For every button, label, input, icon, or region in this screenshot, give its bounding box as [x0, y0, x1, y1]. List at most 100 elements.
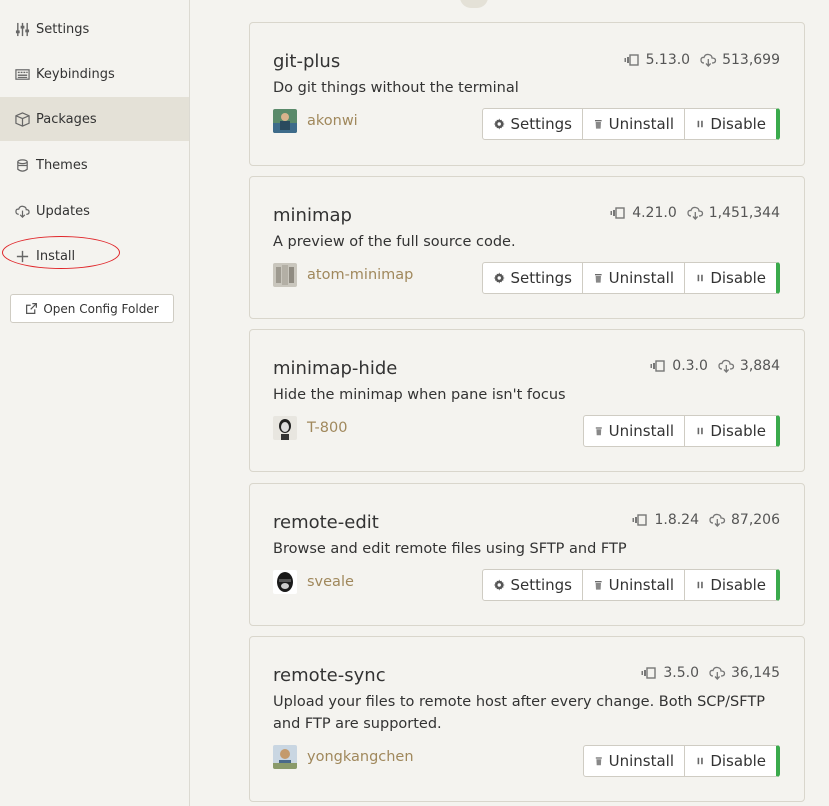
- package-actions: Uninstall Disable: [583, 415, 780, 447]
- pause-icon: [697, 757, 703, 765]
- package-author[interactable]: T-800: [273, 416, 347, 440]
- package-card-remote-sync[interactable]: remote-sync 3.5.0 36,145 Upload your fil…: [249, 636, 805, 802]
- cloud-download-icon: [709, 513, 726, 527]
- package-card-minimap[interactable]: minimap 4.21.0 1,451,344 A preview of th…: [249, 176, 805, 319]
- pause-icon: [697, 427, 703, 435]
- downloads-value: 513,699: [722, 52, 780, 68]
- version: 5.13.0: [624, 52, 690, 68]
- downloads: 513,699: [700, 52, 780, 68]
- external-link-icon: [26, 303, 38, 314]
- downloads-value: 1,451,344: [708, 205, 780, 221]
- package-icon: [14, 111, 30, 127]
- uninstall-button[interactable]: Uninstall: [583, 108, 685, 140]
- version-value: 0.3.0: [672, 358, 708, 374]
- package-name[interactable]: remote-sync: [273, 665, 386, 686]
- package-name[interactable]: remote-edit: [273, 512, 379, 533]
- package-description: Upload your files to remote host after e…: [273, 694, 765, 732]
- disable-button[interactable]: Disable: [685, 262, 780, 294]
- package-author[interactable]: atom-minimap: [273, 263, 413, 287]
- package-actions: Settings Uninstall Disable: [482, 262, 780, 294]
- package-name[interactable]: minimap-hide: [273, 358, 397, 379]
- package-author[interactable]: akonwi: [273, 109, 358, 133]
- package-name[interactable]: minimap: [273, 205, 352, 226]
- package-meta: 4.21.0 1,451,344: [600, 205, 780, 221]
- sidebar-item-updates[interactable]: Updates: [0, 189, 189, 233]
- avatar: [273, 109, 297, 133]
- trashcan-icon: [595, 427, 602, 436]
- version-value: 1.8.24: [654, 512, 699, 528]
- downloads: 1,451,344: [687, 205, 780, 221]
- settings-sliders-icon: [14, 21, 30, 37]
- package-actions: Uninstall Disable: [583, 745, 780, 777]
- sidebar-item-label: Settings: [36, 21, 90, 37]
- downloads-value: 36,145: [731, 665, 780, 681]
- cloud-download-icon: [700, 53, 717, 67]
- sidebar-item-settings[interactable]: Settings: [0, 7, 189, 51]
- version-value: 3.5.0: [663, 665, 699, 681]
- uninstall-button[interactable]: Uninstall: [583, 262, 685, 294]
- settings-button[interactable]: Settings: [482, 569, 583, 601]
- author-name[interactable]: T-800: [307, 420, 347, 436]
- sidebar-item-label: Themes: [36, 157, 88, 173]
- author-name[interactable]: atom-minimap: [307, 267, 413, 283]
- package-card-git-plus[interactable]: git-plus 5.13.0 513,699 Do git things wi…: [249, 22, 805, 166]
- sidebar-item-install[interactable]: Install: [0, 234, 189, 278]
- uninstall-button[interactable]: Uninstall: [583, 569, 685, 601]
- package-author[interactable]: sveale: [273, 570, 354, 594]
- author-name[interactable]: yongkangchen: [307, 749, 414, 765]
- disable-button[interactable]: Disable: [685, 108, 780, 140]
- package-actions: Settings Uninstall Disable: [482, 569, 780, 601]
- package-card-remote-edit[interactable]: remote-edit 1.8.24 87,206 Browse and edi…: [249, 483, 805, 626]
- versions-icon: [632, 514, 648, 526]
- downloads: 36,145: [709, 665, 780, 681]
- package-description: Hide the minimap when pane isn't focus: [273, 387, 566, 403]
- avatar: [273, 570, 297, 594]
- settings-button[interactable]: Settings: [482, 108, 583, 140]
- sidebar-item-keybindings[interactable]: Keybindings: [0, 52, 189, 96]
- disable-button[interactable]: Disable: [685, 745, 780, 777]
- package-meta: 5.13.0 513,699: [614, 52, 780, 68]
- pause-icon: [697, 581, 703, 589]
- versions-icon: [624, 54, 639, 66]
- disable-button[interactable]: Disable: [685, 415, 780, 447]
- package-description: A preview of the full source code.: [273, 234, 516, 250]
- author-name[interactable]: sveale: [307, 574, 354, 590]
- downloads-value: 87,206: [731, 512, 780, 528]
- avatar: [273, 263, 297, 287]
- version: 1.8.24: [632, 512, 699, 528]
- sidebar-item-themes[interactable]: Themes: [0, 143, 189, 187]
- package-actions: Settings Uninstall Disable: [482, 108, 780, 140]
- package-description: Do git things without the terminal: [273, 80, 519, 96]
- count-badge: [460, 0, 488, 8]
- package-card-minimap-hide[interactable]: minimap-hide 0.3.0 3,884 Hide the minima…: [249, 329, 805, 472]
- package-description: Browse and edit remote files using SFTP …: [273, 541, 627, 557]
- package-author[interactable]: yongkangchen: [273, 745, 414, 769]
- versions-icon: [641, 667, 657, 679]
- sidebar-item-label: Keybindings: [36, 66, 115, 82]
- package-name[interactable]: git-plus: [273, 51, 340, 72]
- sidebar: Settings Keybindings Packages Themes Upd…: [0, 0, 190, 806]
- disable-button[interactable]: Disable: [685, 569, 780, 601]
- gear-icon: [493, 579, 505, 591]
- trashcan-icon: [594, 120, 602, 129]
- sidebar-item-label: Packages: [36, 111, 97, 127]
- open-config-folder-button[interactable]: Open Config Folder: [10, 294, 174, 323]
- cloud-download-icon: [718, 359, 735, 373]
- version: 3.5.0: [641, 665, 699, 681]
- downloads-value: 3,884: [739, 358, 780, 374]
- uninstall-button[interactable]: Uninstall: [583, 745, 685, 777]
- section-header-clipped: [300, 0, 490, 8]
- uninstall-button[interactable]: Uninstall: [583, 415, 685, 447]
- sidebar-item-packages[interactable]: Packages: [0, 97, 189, 141]
- version-value: 4.21.0: [632, 205, 677, 221]
- version: 0.3.0: [650, 358, 708, 374]
- sidebar-item-label: Install: [36, 248, 76, 264]
- version: 4.21.0: [610, 205, 677, 221]
- pause-icon: [697, 274, 703, 282]
- author-name[interactable]: akonwi: [307, 113, 358, 129]
- gear-icon: [493, 118, 505, 130]
- settings-button[interactable]: Settings: [482, 262, 583, 294]
- avatar: [273, 416, 297, 440]
- plus-icon: [14, 248, 30, 264]
- gear-icon: [493, 272, 505, 284]
